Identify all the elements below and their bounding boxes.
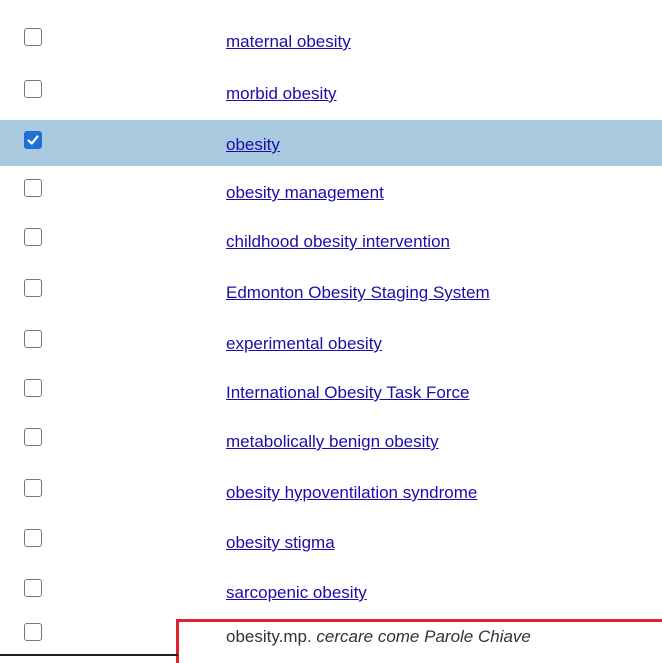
term-link[interactable]: childhood obesity intervention xyxy=(226,232,450,252)
term-link[interactable]: morbid obesity xyxy=(226,84,337,104)
term-list: maternal obesity morbid obesity obesity … xyxy=(0,0,662,663)
term-link[interactable]: obesity stigma xyxy=(226,533,335,553)
list-item: obesity hypoventilation syndrome xyxy=(0,470,662,514)
list-item-selected: obesity xyxy=(0,120,662,166)
checkbox[interactable] xyxy=(24,80,42,98)
checkbox[interactable] xyxy=(24,330,42,348)
term-link[interactable]: experimental obesity xyxy=(226,334,382,354)
checkbox[interactable] xyxy=(24,228,42,246)
checkbox[interactable] xyxy=(24,179,42,197)
term-link[interactable]: metabolically benign obesity xyxy=(226,432,439,452)
checkbox[interactable] xyxy=(24,279,42,297)
list-item: childhood obesity intervention xyxy=(0,219,662,263)
term-link[interactable]: obesity management xyxy=(226,183,384,203)
list-item: Edmonton Obesity Staging System xyxy=(0,270,662,314)
list-item: obesity management xyxy=(0,170,662,214)
checkbox[interactable] xyxy=(24,28,42,46)
checkmark-icon xyxy=(27,135,39,145)
checkbox[interactable] xyxy=(24,428,42,446)
checkbox[interactable] xyxy=(24,623,42,641)
list-item: metabolically benign obesity xyxy=(0,419,662,463)
list-item: sarcopenic obesity xyxy=(0,570,662,614)
checkbox[interactable] xyxy=(24,479,42,497)
highlight-box xyxy=(176,619,662,663)
list-item: obesity stigma xyxy=(0,520,662,564)
term-link[interactable]: sarcopenic obesity xyxy=(226,583,367,603)
list-item: maternal obesity xyxy=(0,19,662,63)
divider xyxy=(0,654,178,656)
checkbox[interactable] xyxy=(24,529,42,547)
list-item: International Obesity Task Force xyxy=(0,370,662,414)
list-item: morbid obesity xyxy=(0,71,662,115)
checkbox-checked[interactable] xyxy=(24,131,42,149)
checkbox[interactable] xyxy=(24,579,42,597)
term-link[interactable]: obesity hypoventilation syndrome xyxy=(226,483,477,503)
term-link[interactable]: International Obesity Task Force xyxy=(226,383,469,403)
list-item: experimental obesity xyxy=(0,321,662,365)
term-link[interactable]: maternal obesity xyxy=(226,32,351,52)
checkbox[interactable] xyxy=(24,379,42,397)
term-link[interactable]: obesity xyxy=(226,135,280,155)
term-link[interactable]: Edmonton Obesity Staging System xyxy=(226,283,490,303)
